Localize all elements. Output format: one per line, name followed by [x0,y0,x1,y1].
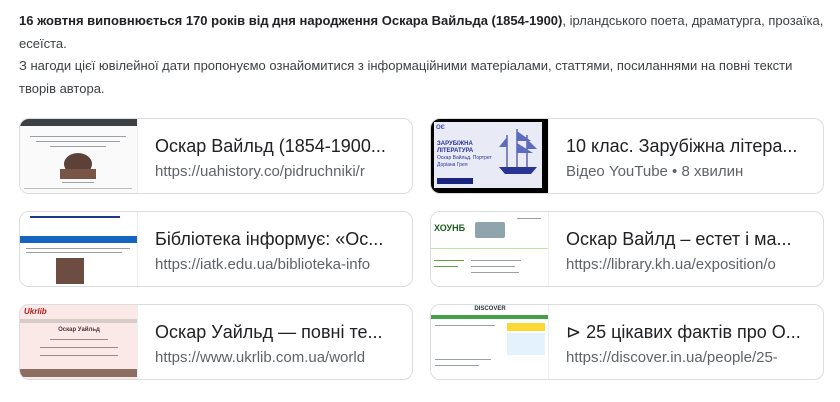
ukrlib-author: Оскар Уайльд [58,327,100,333]
card-url: https://www.ukrlib.com.ua/world [155,349,366,366]
card-title: Оскар Уайльд — повні те... [155,322,383,342]
card-url: https://iatk.edu.ua/biblioteka-info [155,256,371,273]
discover-logo: DISCOVER [474,306,506,312]
video-logo: ОЄ [436,125,445,131]
thumb-text-1: ЗАРУБІЖНА [437,141,473,147]
book-page-thumbnail [20,119,138,193]
card-title: ⊳ 25 цікавих фактів про О... [566,322,801,342]
website-thumbnail [20,212,138,286]
thumb-text-2: ЛІТЕРАТУРА [437,148,474,154]
card-url: https://uahistory.co/pidruchniki/r [155,163,365,180]
ukrlib-logo: Ukrlib [24,307,47,316]
card-title: Оскар Вайлд – естет і ма... [566,229,792,249]
card-url: https://discover.in.ua/people/25- [566,349,778,366]
card-meta: Відео YouTube • 8 хвилин [566,163,744,180]
intro-bold: 16 жовтня виповнюється 170 років від дня… [19,13,563,28]
ship-icon [497,127,539,177]
intro-line2: З нагоди цієї ювілейної дати пропонуємо … [19,58,793,96]
card-url: https://library.kh.ua/exposition/o [566,256,776,273]
result-card-uahistory[interactable]: Оскар Вайльд (1854-1900... https://uahis… [19,118,413,194]
card-title: 10 клас. Зарубіжна літера... [566,136,798,156]
intro-text: 16 жовтня виповнюється 170 років від дня… [19,10,824,100]
discover-thumbnail: DISCOVER [431,305,549,379]
library-logo: ХОУНБ [434,223,466,233]
video-thumbnail: ОЄ ЗАРУБІЖНА ЛІТЕРАТУРА Оскар Вайльд. По… [431,119,549,193]
ukrlib-thumbnail: Ukrlib Оскар Уайльд [20,305,138,379]
card-title: Оскар Вайльд (1854-1900... [155,136,386,156]
card-title: Бібліотека інформує: «Ос... [155,229,384,249]
thumb-text-4: Доріана Грея [437,162,468,168]
result-card-ukrlib[interactable]: Ukrlib Оскар Уайльд Оскар Уайльд — повні… [19,304,413,380]
result-card-iatk[interactable]: Бібліотека інформує: «Ос... https://iatk… [19,211,413,287]
result-card-youtube[interactable]: ОЄ ЗАРУБІЖНА ЛІТЕРАТУРА Оскар Вайльд. По… [430,118,824,194]
thumb-text-3: Оскар Вайльд. Портрет [437,155,492,161]
library-thumbnail: ХОУНБ [431,212,549,286]
result-card-library-kh[interactable]: ХОУНБ Оскар Вайлд – естет і ма... https:… [430,211,824,287]
result-card-discover[interactable]: DISCOVER ⊳ 25 цікавих фактів про О... ht… [430,304,824,380]
